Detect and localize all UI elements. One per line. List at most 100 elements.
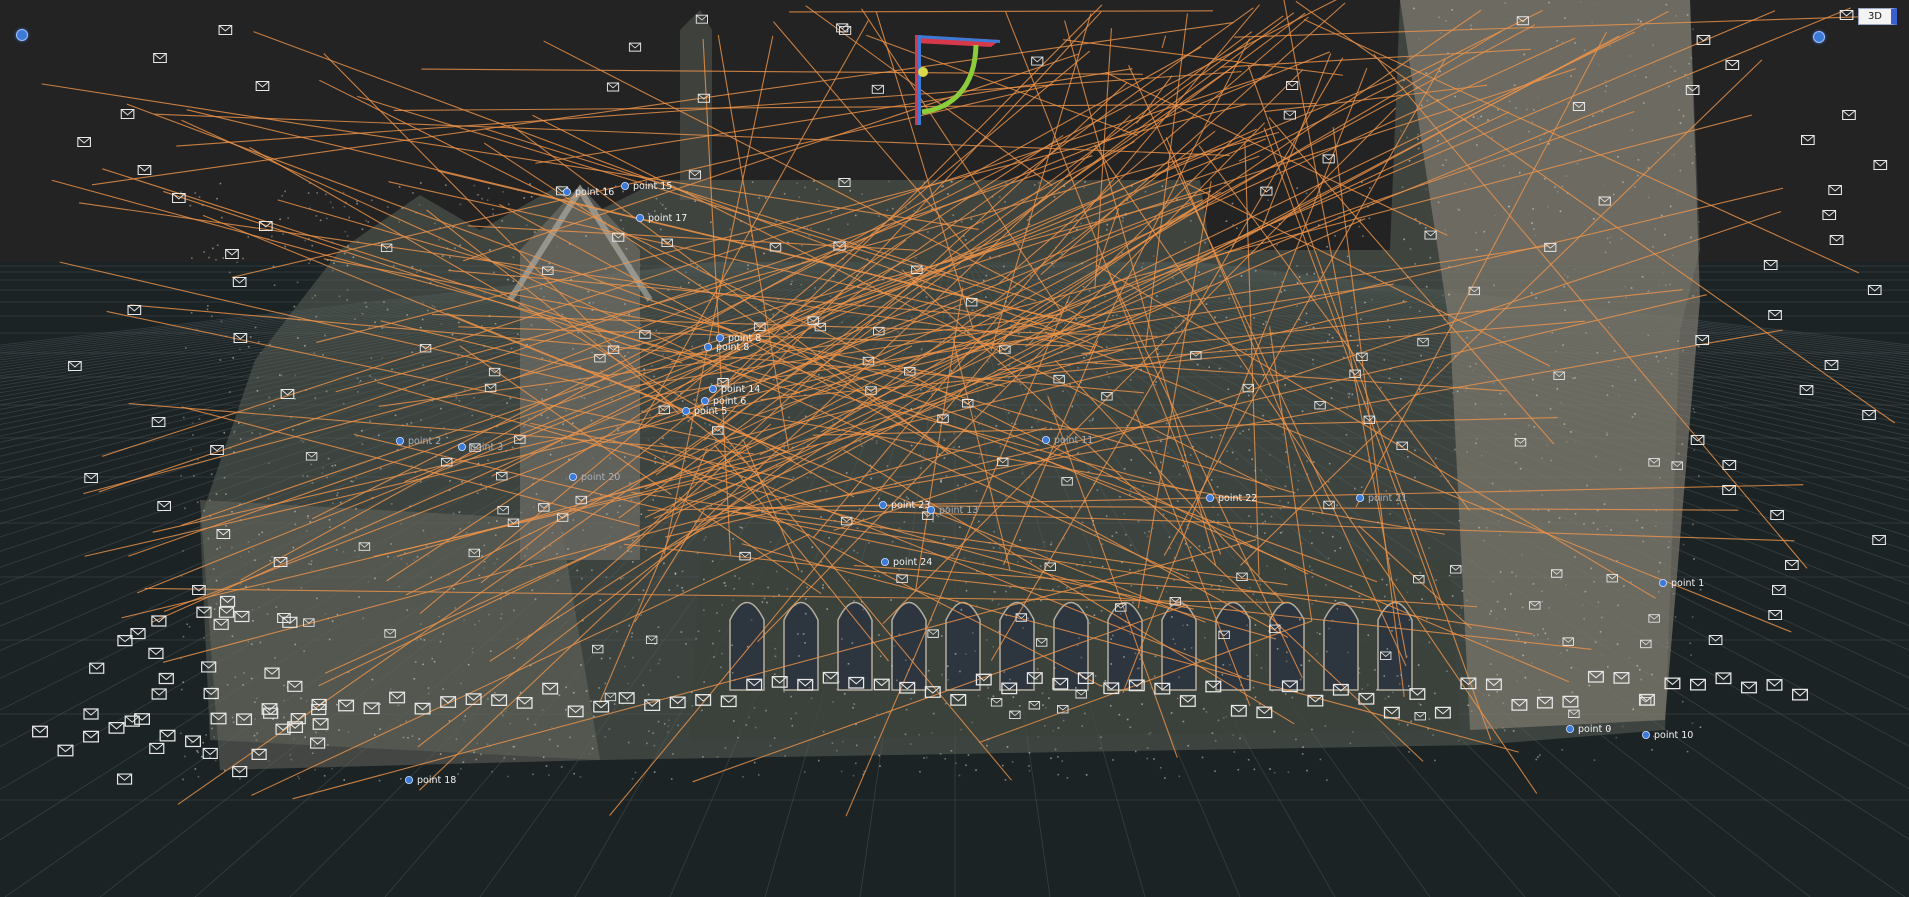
cloud-point: [797, 633, 799, 635]
camera-icon[interactable]: [1822, 209, 1837, 221]
cloud-point: [987, 360, 989, 363]
cloud-point: [1208, 366, 1211, 368]
camera-icon[interactable]: [871, 84, 884, 94]
cloud-point: [1408, 751, 1410, 753]
cloud-point: [1211, 732, 1214, 734]
tie-point[interactable]: point 15: [621, 181, 672, 192]
cloud-point: [959, 526, 961, 529]
cloud-point: [1189, 546, 1192, 549]
cloud-point: [1004, 201, 1006, 203]
camera-icon[interactable]: [1839, 9, 1854, 21]
cloud-point: [197, 751, 199, 754]
cloud-point: [1041, 692, 1044, 695]
cloud-point: [1548, 521, 1550, 523]
cloud-point: [1346, 407, 1349, 410]
cloud-point: [283, 699, 285, 702]
camera-icon[interactable]: [1725, 59, 1740, 71]
cloud-point: [1217, 719, 1220, 722]
cloud-point: [1088, 622, 1091, 625]
camera-icon[interactable]: [1283, 110, 1296, 120]
cloud-point: [1564, 273, 1566, 276]
cloud-point: [1182, 720, 1185, 723]
cloud-point: [811, 546, 814, 548]
3d-viewport[interactable]: point 15 point 16 point 17 point 8 point 8 po…: [0, 0, 1909, 897]
cloud-point: [215, 493, 218, 495]
cloud-point: [311, 244, 314, 247]
cloud-point: [1560, 401, 1562, 404]
cloud-point: [465, 363, 468, 366]
camera-icon[interactable]: [606, 82, 620, 92]
cloud-point: [478, 574, 481, 577]
cloud-point: [1677, 192, 1679, 195]
cloud-point: [515, 243, 518, 246]
cloud-point: [1022, 627, 1024, 629]
cloud-point: [773, 737, 776, 739]
cloud-point: [1605, 85, 1608, 87]
cloud-point: [1198, 545, 1201, 548]
camera-icon[interactable]: [120, 108, 135, 120]
cloud-point: [940, 635, 943, 637]
cloud-point: [702, 756, 704, 758]
cloud-point: [679, 286, 682, 288]
camera-icon[interactable]: [1286, 81, 1299, 90]
cloud-point: [483, 292, 486, 295]
cloud-point: [1442, 294, 1444, 297]
cloud-point: [1358, 667, 1361, 670]
cloud-point: [963, 557, 966, 559]
cloud-point: [267, 588, 270, 590]
camera-icon[interactable]: [1842, 109, 1856, 121]
camera-icon[interactable]: [1322, 154, 1335, 164]
cloud-point: [862, 608, 865, 611]
cloud-point: [668, 719, 670, 722]
cloud-point: [220, 320, 223, 323]
camera-icon[interactable]: [225, 248, 239, 260]
cloud-point: [346, 289, 349, 291]
cloud-point: [343, 205, 346, 208]
tie-point-label: point 16: [575, 187, 614, 198]
view-mode-badge[interactable]: 3D: [1857, 8, 1897, 25]
camera-icon[interactable]: [628, 42, 642, 52]
cloud-point: [205, 734, 207, 736]
cloud-point: [992, 546, 995, 549]
camera-icon[interactable]: [255, 80, 270, 92]
camera-icon[interactable]: [153, 52, 167, 64]
navigation-marker-right[interactable]: [1813, 31, 1825, 43]
camera-icon[interactable]: [137, 164, 152, 176]
cloud-point: [439, 753, 442, 755]
cloud-point: [1061, 760, 1064, 762]
cloud-point: [798, 655, 800, 657]
camera-icon[interactable]: [1828, 184, 1842, 196]
camera-icon[interactable]: [1873, 159, 1888, 171]
camera-icon[interactable]: [77, 136, 91, 148]
navigation-marker-left[interactable]: [16, 29, 28, 41]
cloud-point: [1122, 216, 1124, 219]
cloud-point: [852, 707, 854, 709]
cloud-point: [338, 295, 341, 298]
cloud-point: [203, 637, 205, 639]
camera-icon[interactable]: [218, 24, 233, 36]
cloud-point: [1118, 713, 1121, 716]
cloud-point: [694, 200, 696, 202]
scene-canvas[interactable]: point 15point 16point 17point 8point 8po…: [0, 0, 1909, 897]
cloud-point: [701, 709, 703, 712]
cloud-point: [541, 398, 543, 400]
cloud-point: [359, 380, 362, 382]
cloud-point: [1070, 507, 1073, 509]
cloud-point: [1593, 759, 1596, 761]
cloud-point: [1265, 321, 1267, 323]
cloud-point: [231, 716, 234, 719]
cloud-point: [649, 247, 652, 249]
cloud-point: [1574, 377, 1576, 379]
cloud-point: [1306, 273, 1308, 276]
cloud-point: [1296, 305, 1298, 308]
camera-icon[interactable]: [1801, 134, 1815, 146]
cloud-point: [645, 548, 647, 551]
cloud-point: [853, 362, 856, 365]
cloud-point: [627, 682, 629, 685]
camera-icon[interactable]: [1829, 234, 1844, 246]
cloud-point: [411, 351, 414, 354]
cloud-point: [275, 606, 278, 608]
camera-icon[interactable]: [1031, 56, 1044, 66]
cloud-point: [527, 718, 529, 720]
cloud-point: [1370, 701, 1373, 704]
